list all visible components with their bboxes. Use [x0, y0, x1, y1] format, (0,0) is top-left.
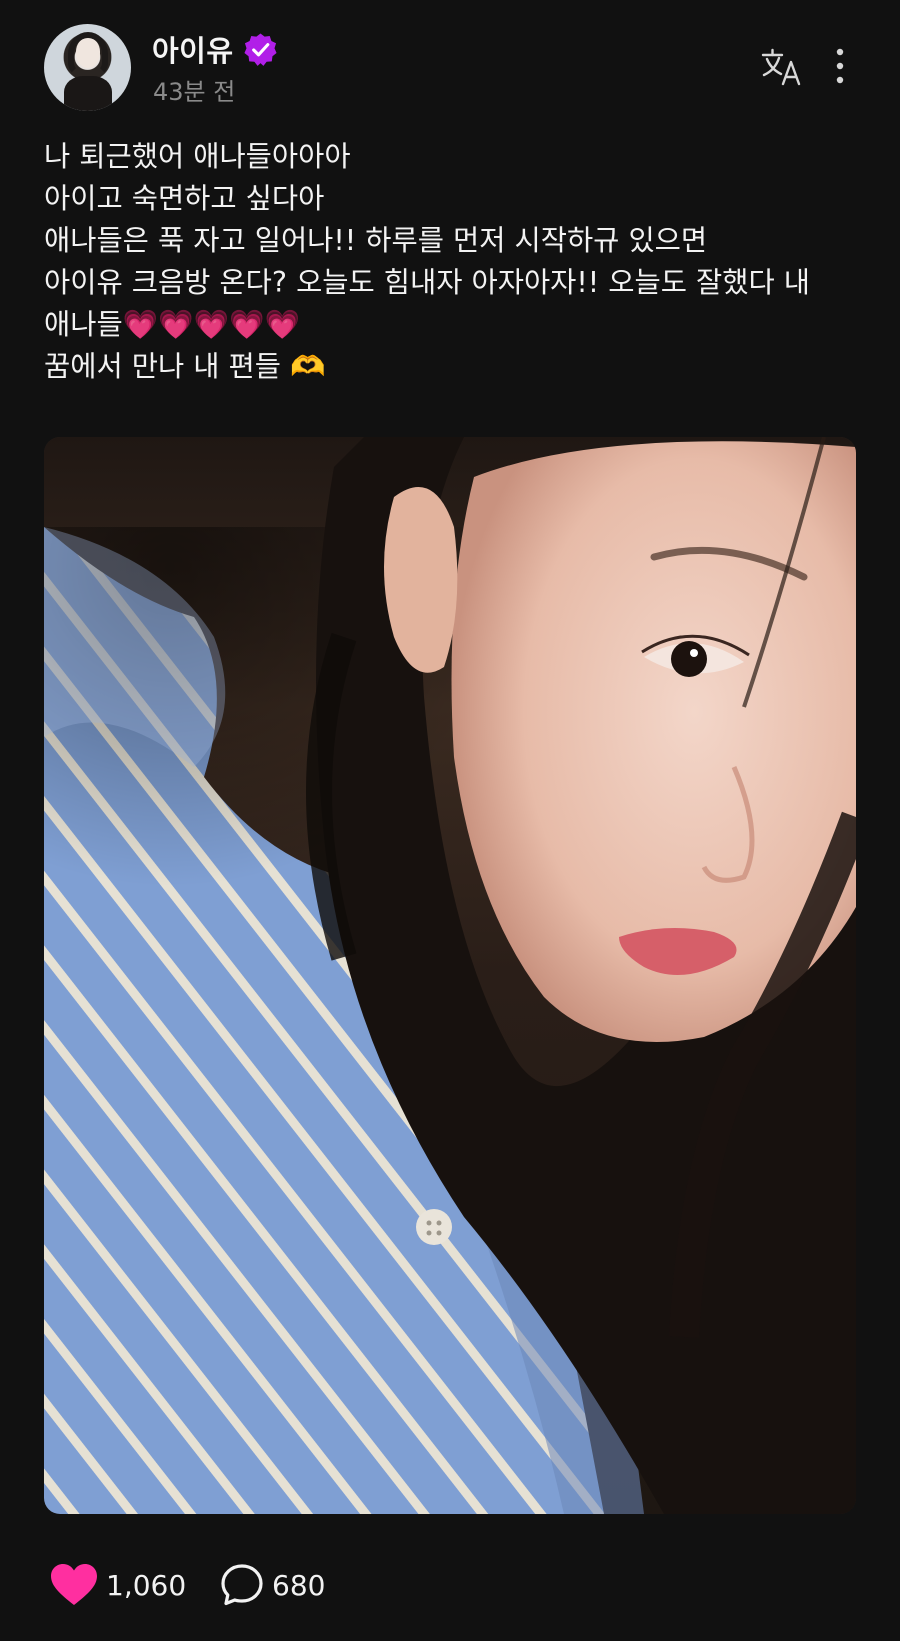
verified-badge-icon: [244, 33, 277, 66]
more-vertical-icon[interactable]: [834, 46, 846, 86]
post-image[interactable]: [44, 437, 856, 1514]
author-name[interactable]: 아이유: [152, 28, 234, 70]
translate-icon[interactable]: [760, 44, 804, 88]
post-line: 애나들은 푹 자고 일어나!! 하루를 먼저 시작하규 있으면: [44, 224, 708, 257]
like-button[interactable]: 1,060: [50, 1560, 186, 1610]
post-line: 아이유 크음방 온다? 오늘도 힘내자 아자아자!! 오늘도 잘했다 내: [44, 266, 810, 299]
post-body: 나 퇴근했어 애나들아아아 아이고 숙면하고 싶다아 애나들은 푹 자고 일어나…: [44, 136, 864, 388]
hearts-emoji: 💗💗💗💗💗: [122, 308, 301, 341]
post-actions: 1,060 680: [50, 1560, 450, 1610]
post-line-text: 애나들: [44, 308, 123, 341]
comment-icon: [221, 1564, 263, 1606]
post-timestamp: 43분 전: [153, 78, 236, 106]
post-line: 애나들💗💗💗💗💗: [44, 304, 864, 346]
heart-hands-emoji: 🫶: [290, 350, 326, 383]
heart-icon: [51, 1564, 97, 1605]
post-line: 꿈에서 만나 내 편들 🫶: [44, 346, 864, 388]
avatar[interactable]: [44, 24, 131, 111]
comment-button[interactable]: 680: [220, 1560, 325, 1610]
selfie-photo: [44, 437, 856, 1514]
post-line: 나 퇴근했어 애나들아아아: [44, 140, 351, 173]
post-line-text: 꿈에서 만나 내 편들: [44, 350, 281, 383]
post-header: 아이유 43분 전: [44, 24, 856, 112]
post-line: 아이고 숙면하고 싶다아: [44, 182, 325, 215]
like-count: 1,060: [106, 1568, 187, 1602]
comment-count: 680: [272, 1568, 326, 1602]
